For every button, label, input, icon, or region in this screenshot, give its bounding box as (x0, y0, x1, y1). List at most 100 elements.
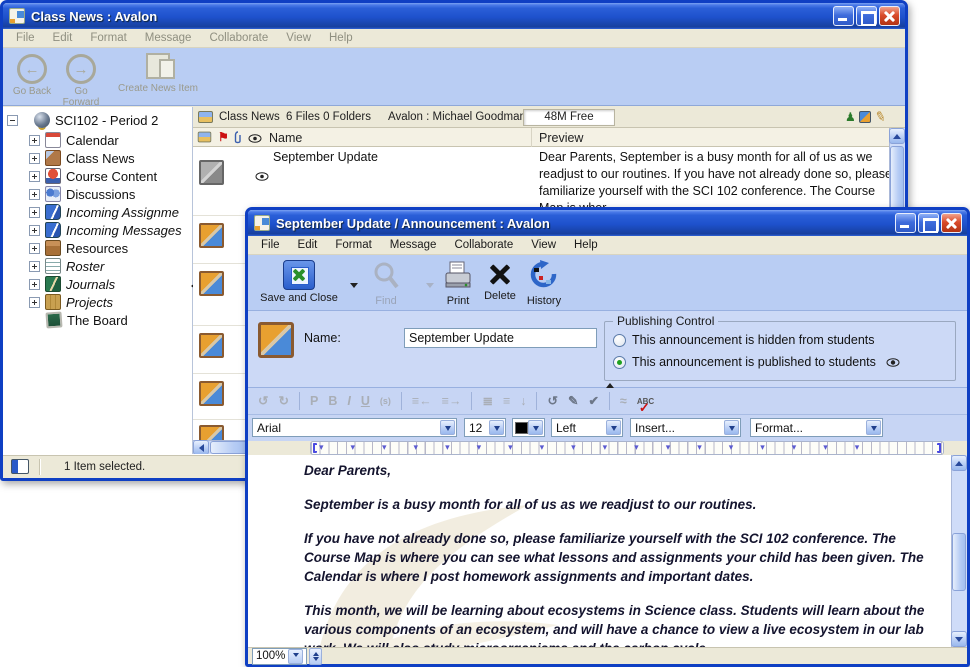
delete-button[interactable]: Delete (480, 260, 520, 302)
unindent-icon[interactable]: ≡← (412, 394, 432, 408)
tree-item-projects[interactable]: Projects (29, 293, 113, 311)
back-titlebar[interactable]: Class News : Avalon (3, 3, 905, 29)
indent-icon[interactable]: ≡→ (442, 394, 462, 408)
go-forward-button[interactable]: → Go Forward (55, 54, 107, 108)
tree-item-roster[interactable]: Roster (29, 257, 104, 275)
scroll-thumb[interactable] (210, 441, 250, 454)
sort-lines-icon[interactable]: ≡ (503, 394, 510, 408)
news-item-icon[interactable] (199, 333, 224, 358)
move-down-icon[interactable]: ↓ (520, 394, 526, 408)
scroll-up-button[interactable] (951, 455, 967, 471)
left-margin-marker[interactable] (313, 443, 317, 453)
redo-icon[interactable]: ↻ (278, 394, 288, 408)
spell-check-icon[interactable]: ABC ✓ (637, 397, 654, 406)
news-item-icon[interactable] (199, 425, 224, 440)
collapse-icon[interactable] (7, 115, 18, 126)
menu-edit[interactable]: Edit (44, 30, 82, 46)
chevron-down-icon[interactable] (606, 420, 621, 435)
flag-column-icon[interactable]: ⚑ (218, 131, 229, 143)
scroll-up-button[interactable] (889, 128, 905, 144)
underline-icon[interactable]: U (361, 394, 370, 408)
body-vertical-scrollbar[interactable] (951, 455, 967, 647)
create-news-item-button[interactable]: Create News Item (115, 51, 201, 94)
menu-collaborate[interactable]: Collaborate (445, 237, 522, 253)
close-button[interactable] (941, 213, 962, 233)
tree-item-resources[interactable]: Resources (29, 239, 128, 257)
news-item-icon[interactable] (199, 381, 224, 406)
radio-icon[interactable] (613, 334, 626, 347)
font-size-select[interactable]: 12 (464, 418, 506, 437)
collapse-handle-icon[interactable] (606, 379, 614, 388)
front-titlebar[interactable]: September Update / Announcement : Avalon (248, 210, 967, 236)
expand-icon[interactable] (29, 261, 40, 272)
right-margin-marker[interactable] (937, 443, 941, 453)
chevron-down-icon[interactable] (528, 420, 543, 435)
user-presence-icon[interactable]: ♟ (845, 110, 856, 124)
history-button[interactable]: History (522, 260, 566, 307)
font-color-select[interactable] (512, 418, 545, 437)
save-options-dropdown-icon[interactable] (350, 283, 358, 292)
strikethrough-icon[interactable]: (s) (380, 394, 391, 408)
scroll-thumb[interactable] (890, 146, 904, 216)
print-button[interactable]: Print (440, 260, 476, 307)
bold-icon[interactable]: B (328, 394, 337, 408)
name-column-header[interactable]: Name (269, 131, 302, 145)
column-divider[interactable] (531, 128, 532, 147)
tree-item-discussions[interactable]: Discussions (29, 185, 135, 203)
menu-file[interactable]: File (252, 237, 289, 253)
tree-item-incoming-assignments[interactable]: Incoming Assignme (29, 203, 179, 221)
scroll-left-button[interactable] (193, 440, 209, 455)
menu-collaborate[interactable]: Collaborate (200, 30, 277, 46)
attachment-column-icon[interactable] (233, 131, 243, 145)
signature-icon[interactable]: ≈ (620, 394, 627, 408)
edit-pencil-icon[interactable]: ✎ (873, 108, 888, 126)
menu-view[interactable]: View (522, 237, 565, 253)
tree-root-sci102[interactable]: SCI102 - Period 2 (7, 111, 158, 129)
tree-item-incoming-messages[interactable]: Incoming Messages (29, 221, 182, 239)
chevron-down-icon[interactable] (724, 420, 739, 435)
revert-icon[interactable]: ↺ (547, 394, 557, 408)
zoom-stepper[interactable] (309, 648, 322, 665)
scroll-thumb[interactable] (952, 533, 966, 591)
maximize-button[interactable] (918, 213, 939, 233)
chevron-down-icon[interactable] (440, 420, 455, 435)
menu-format[interactable]: Format (326, 237, 380, 253)
menu-file[interactable]: File (7, 30, 44, 46)
menu-view[interactable]: View (277, 30, 320, 46)
approve-check-icon[interactable]: ✔ (588, 394, 598, 408)
menu-message[interactable]: Message (136, 30, 201, 46)
save-and-close-button[interactable]: Save and Close (254, 260, 344, 304)
expand-icon[interactable] (29, 243, 40, 254)
menu-message[interactable]: Message (381, 237, 446, 253)
tree-item-journals[interactable]: Journals (29, 275, 115, 293)
expand-icon[interactable] (29, 189, 40, 200)
expand-icon[interactable] (29, 135, 40, 146)
tree-item-class-news[interactable]: Class News (29, 149, 135, 167)
menu-edit[interactable]: Edit (289, 237, 327, 253)
chevron-down-icon[interactable] (288, 649, 303, 664)
insert-select[interactable]: Insert... (630, 418, 741, 437)
close-button[interactable] (879, 6, 900, 26)
news-item-icon[interactable] (199, 223, 224, 248)
expand-icon[interactable] (29, 207, 40, 218)
news-item-name[interactable]: September Update (273, 150, 378, 164)
preview-column-header[interactable]: Preview (539, 131, 583, 145)
expand-icon[interactable] (29, 297, 40, 308)
zoom-level-select[interactable]: 100% (252, 648, 307, 665)
ruler[interactable]: ▾▾▾▾▾▾▾▾▾▾▾▾▾▾▾▾▾▾ (310, 441, 944, 455)
radio-hidden-option[interactable]: This announcement is hidden from student… (613, 333, 875, 347)
name-input[interactable] (404, 328, 597, 348)
alignment-select[interactable]: Left (551, 418, 623, 437)
italic-icon[interactable]: I (347, 394, 350, 408)
news-item-preview[interactable]: Dear Parents, September is a busy month … (539, 149, 891, 211)
minimize-button[interactable] (833, 6, 854, 26)
minimize-button[interactable] (895, 213, 916, 233)
toggle-panel-icon[interactable] (11, 459, 29, 474)
item-icon-column[interactable] (198, 132, 212, 143)
radio-published-option[interactable]: This announcement is published to studen… (613, 355, 900, 369)
maximize-button[interactable] (856, 6, 877, 26)
plain-style-icon[interactable]: P (310, 394, 318, 408)
body-text[interactable]: Dear Parents, September is a busy month … (304, 461, 946, 647)
expand-icon[interactable] (29, 153, 40, 164)
scroll-down-button[interactable] (951, 631, 967, 647)
